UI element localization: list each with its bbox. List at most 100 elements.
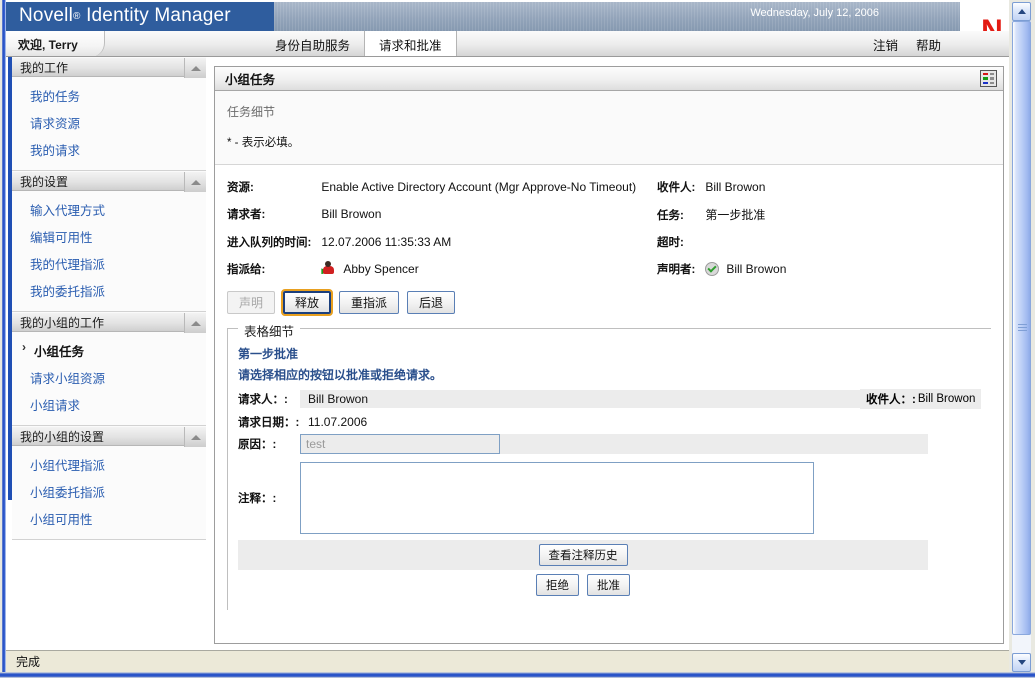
panel-subheader: 任务细节 * - 表示必填。 [215, 91, 1003, 165]
check-circle-icon [705, 262, 720, 276]
detail-label-assigned-to: 指派给: [227, 263, 266, 276]
scroll-up-button[interactable] [1012, 2, 1031, 21]
collapse-chevron-up-icon[interactable] [184, 172, 206, 192]
assigned-to-name: Abby Spencer [343, 261, 419, 276]
main-panel: 小组任务 任务细节 * - 表示必填。 资源: Enable Active Di… [214, 66, 1004, 644]
help-link[interactable]: 帮助 [916, 35, 941, 54]
welcome-label: 欢迎, Terry [6, 31, 105, 56]
form-details-legend: 表格细节 [238, 321, 301, 340]
sidebar-section-header[interactable]: 我的小组的工作 [12, 312, 206, 333]
sidebar-section-body: 小组代理指派 小组委托指派 小组可用性 [12, 446, 206, 540]
sidebar-item-my-delegate-assignments[interactable]: 我的委托指派 [12, 277, 206, 304]
detail-value-claimed-by: Bill Browon [705, 262, 786, 276]
application-window: Novell® Identity Manager Wednesday, July… [0, 0, 1035, 678]
sidebar-section-my-work: 我的工作 我的任务 请求资源 我的请求 [12, 57, 206, 171]
sidebar-item-edit-availability[interactable]: 编辑可用性 [12, 223, 206, 250]
comment-history-band: 查看注释历史 [238, 540, 928, 570]
sidebar-item-my-requests[interactable]: 我的请求 [12, 136, 206, 163]
sidebar-section-body: 小组任务 请求小组资源 小组请求 [12, 332, 206, 426]
form-recipient-block: 收件人：: Bill Browon [860, 389, 982, 409]
form-label-recipient: 收件人：: [866, 394, 916, 406]
approval-decision-buttons: 拒绝 批准 [238, 570, 928, 600]
tab-identity-self-service[interactable]: 身份自助服务 [261, 31, 364, 56]
detail-value-assigned-to: Abby Spencer [321, 261, 657, 276]
vertical-scrollbar[interactable] [1012, 2, 1031, 672]
window-frame-bottom [0, 672, 1035, 678]
brand-product: Identity Manager [86, 5, 231, 26]
detail-label-recipient: 收件人: [657, 182, 696, 194]
comment-textarea[interactable] [300, 462, 814, 534]
form-row-request-date: 请求日期：: 11.07.2006 [238, 412, 991, 431]
detail-label-timeout: 超时: [657, 237, 684, 249]
sidebar-section-my-team-work: 我的小组的工作 小组任务 请求小组资源 小组请求 [12, 312, 206, 426]
release-button[interactable]: 释放 [281, 289, 334, 316]
panel-options-grid-icon[interactable] [980, 70, 997, 87]
sidebar-item-request-resource[interactable]: 请求资源 [12, 109, 206, 136]
sidebar-item-request-team-resource[interactable]: 请求小组资源 [12, 364, 206, 391]
task-detail-grid: 资源: Enable Active Directory Account (Mgr… [215, 165, 1003, 283]
sidebar-section-header[interactable]: 我的设置 [12, 171, 206, 192]
detail-label-queued-time: 进入队列的时间: [227, 236, 312, 249]
detail-label-task: 任务: [657, 209, 684, 222]
detail-value-recipient: Bill Browon [705, 180, 766, 194]
page-title: 小组任务 [225, 73, 276, 87]
detail-value-queued-time: 12.07.2006 11:35:33 AM [321, 234, 452, 249]
back-button[interactable]: 后退 [407, 291, 456, 314]
navbar-actions: 注销 帮助 [873, 31, 941, 56]
form-row-requester: 请求人：: Bill Browon 收件人：: Bill Browon [238, 389, 991, 409]
form-details-body: 第一步批准 请选择相应的按钮以批准或拒绝请求。 请求人：: Bill Browo… [228, 329, 991, 600]
sidebar-item-team-requests[interactable]: 小组请求 [12, 391, 206, 418]
detail-label-claimed-by: 声明者: [657, 264, 696, 276]
tab-requests-approvals[interactable]: 请求和批准 [364, 31, 457, 56]
sidebar-item-team-availability[interactable]: 小组可用性 [12, 505, 206, 532]
form-reason-container [300, 434, 928, 454]
form-label-requester: 请求人：: [238, 394, 288, 406]
deny-button[interactable]: 拒绝 [536, 574, 579, 596]
sidebar-section-body: 我的任务 请求资源 我的请求 [12, 77, 206, 171]
sidebar-section-title: 我的小组的设置 [20, 429, 105, 444]
logout-link[interactable]: 注销 [873, 35, 898, 54]
required-field-note: * - 表示必填。 [227, 137, 300, 149]
form-instruction: 请选择相应的按钮以批准或拒绝请求。 [238, 368, 443, 382]
registered-icon: ® [73, 11, 81, 22]
main-tabs: 身份自助服务 请求和批准 [261, 31, 457, 56]
view-comment-history-button[interactable]: 查看注释历史 [538, 544, 628, 566]
collapse-chevron-up-icon[interactable] [184, 58, 206, 78]
form-label-comment: 注释：: [238, 493, 277, 505]
task-details-label: 任务细节 [227, 105, 276, 119]
reassign-button[interactable]: 重指派 [339, 291, 400, 314]
scrollbar-thumb[interactable] [1012, 21, 1031, 635]
form-label-request-date: 请求日期：: [238, 416, 300, 429]
scrollbar-track[interactable] [1012, 21, 1031, 653]
sidebar-item-my-proxy-assignments[interactable]: 我的代理指派 [12, 250, 206, 277]
sidebar-item-enter-proxy-mode[interactable]: 输入代理方式 [12, 196, 206, 223]
brand-title: Novell® Identity Manager [19, 5, 231, 27]
sidebar-section-header[interactable]: 我的工作 [12, 57, 206, 78]
product-banner: Novell® Identity Manager Wednesday, July… [6, 2, 1009, 31]
collapse-chevron-up-icon[interactable] [184, 313, 206, 333]
approve-button[interactable]: 批准 [587, 574, 630, 596]
claimed-by-name: Bill Browon [726, 262, 787, 276]
form-row-comment: 注释：: [238, 462, 991, 534]
form-label-reason: 原因：: [238, 439, 277, 451]
form-value-recipient: Bill Browon [917, 393, 976, 405]
current-date: Wednesday, July 12, 2006 [750, 7, 879, 19]
task-detail-left-column: 资源: Enable Active Directory Account (Mgr… [227, 179, 657, 277]
detail-value-task: 第一步批准 [705, 208, 766, 222]
scrollbar-grip-icon [1018, 324, 1027, 332]
detail-value-resource: Enable Active Directory Account (Mgr App… [321, 180, 637, 195]
scroll-down-button[interactable] [1012, 653, 1031, 672]
banner-texture [274, 2, 1009, 31]
sidebar-item-team-proxy-assignments[interactable]: 小组代理指派 [12, 451, 206, 478]
task-detail-right-column: 收件人: Bill Browon 任务: 第一步批准 超时: 声明者: Bill… [657, 179, 786, 277]
sidebar-item-team-tasks[interactable]: 小组任务 [12, 337, 206, 364]
collapse-chevron-up-icon[interactable] [184, 427, 206, 447]
sidebar-section-my-settings: 我的设置 输入代理方式 编辑可用性 我的代理指派 我的委托指派 [12, 171, 206, 312]
sidebar-item-my-tasks[interactable]: 我的任务 [12, 82, 206, 109]
sidebar-section-header[interactable]: 我的小组的设置 [12, 426, 206, 447]
sidebar-section-body: 输入代理方式 编辑可用性 我的代理指派 我的委托指派 [12, 191, 206, 312]
task-action-buttons: 声明 释放 重指派 后退 [215, 283, 1003, 324]
reason-input[interactable] [300, 434, 500, 454]
sidebar-item-team-delegate-assignments[interactable]: 小组委托指派 [12, 478, 206, 505]
claim-button[interactable]: 声明 [227, 291, 276, 314]
